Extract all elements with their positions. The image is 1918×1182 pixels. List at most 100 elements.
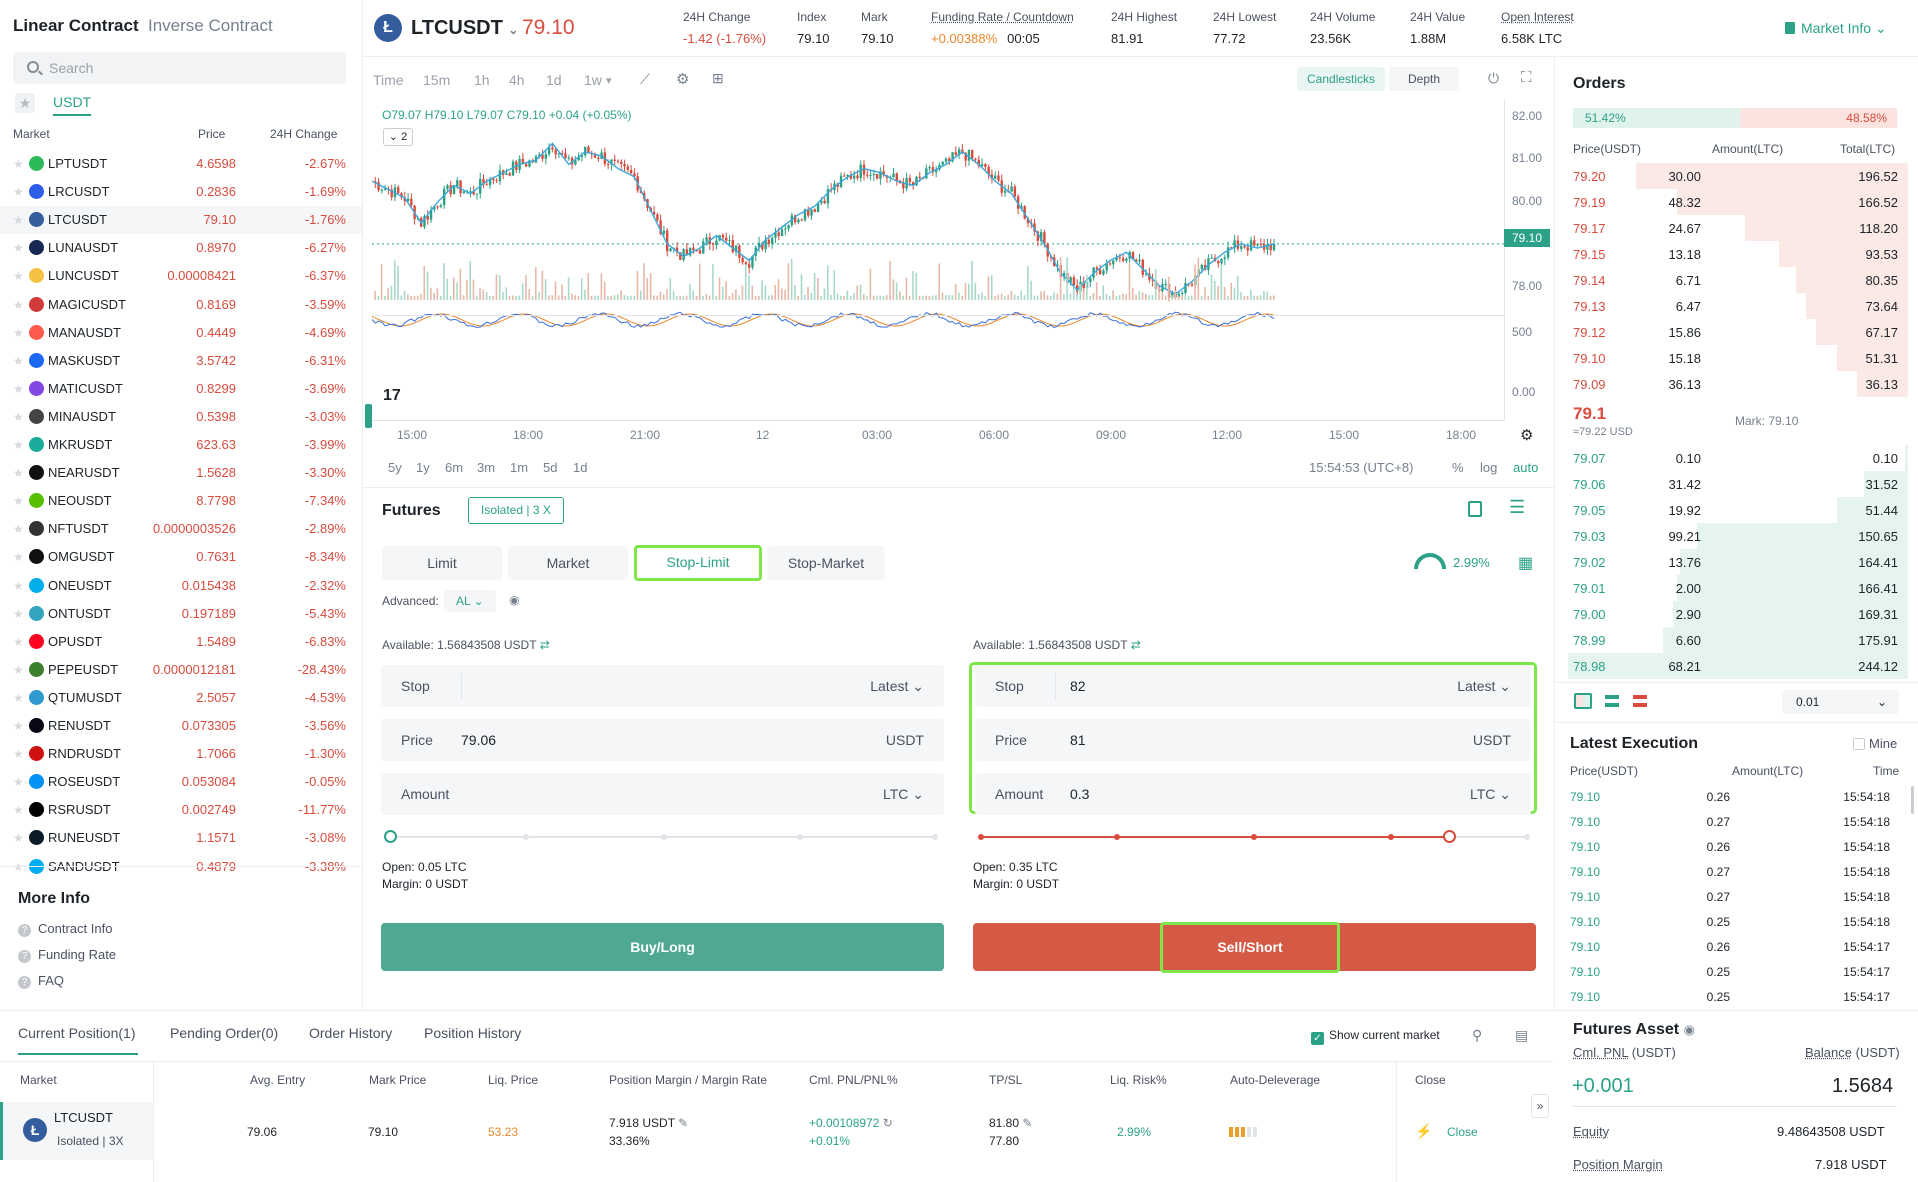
market-row[interactable]: ★ LRCUSDT 0.2836 -1.69% bbox=[0, 178, 362, 206]
stat-label[interactable]: Open Interest bbox=[1501, 10, 1574, 24]
transfer-icon[interactable]: ⇄ bbox=[1131, 638, 1141, 652]
buy-amount-unit-select[interactable]: LTC ⌄ bbox=[883, 786, 924, 803]
fullscreen-icon[interactable]: ⛶ bbox=[1521, 69, 1532, 86]
market-row[interactable]: ★ ROSEUSDT 0.053084 -0.05% bbox=[0, 768, 362, 796]
star-icon[interactable]: ★ bbox=[13, 747, 24, 761]
market-row[interactable]: ★ LUNAUSDT 0.8970 -6.27% bbox=[0, 234, 362, 262]
market-row[interactable]: ★ ONEUSDT 0.015438 -2.32% bbox=[0, 572, 362, 600]
position-tab[interactable]: Order History bbox=[309, 1025, 392, 1041]
market-row[interactable]: ★ MATICUSDT 0.8299 -3.69% bbox=[0, 375, 362, 403]
star-icon[interactable]: ★ bbox=[13, 775, 24, 789]
timeframe-1d[interactable]: 1d bbox=[546, 72, 562, 88]
range-1d[interactable]: 1d bbox=[573, 460, 587, 475]
position-tab[interactable]: Pending Order(0) bbox=[170, 1025, 278, 1041]
indicators-icon[interactable]: ⟋ bbox=[640, 71, 650, 88]
chart-settings-gear-icon[interactable]: ⚙ bbox=[1520, 426, 1533, 444]
market-info-button[interactable]: Market Info ⌄ bbox=[1785, 20, 1887, 37]
bid-row[interactable]: 79.06 31.42 31.52 bbox=[1560, 471, 1908, 497]
bid-row[interactable]: 78.98 68.21 244.12 bbox=[1560, 653, 1908, 679]
star-icon[interactable]: ★ bbox=[13, 663, 24, 677]
market-row[interactable]: ★ QTUMUSDT 2.5057 -4.53% bbox=[0, 684, 362, 712]
star-icon[interactable]: ★ bbox=[13, 157, 24, 171]
star-icon[interactable]: ★ bbox=[13, 466, 24, 480]
precision-select[interactable]: 0.01 ⌄ bbox=[1782, 690, 1899, 714]
log-scale-toggle[interactable]: log bbox=[1480, 460, 1497, 475]
buy-amount-slider[interactable] bbox=[384, 830, 938, 843]
bid-row[interactable]: 79.03 99.21 150.65 bbox=[1560, 523, 1908, 549]
preferences-icon[interactable]: ☰ bbox=[1509, 497, 1525, 518]
market-row[interactable]: ★ LPTUSDT 4.6598 -2.67% bbox=[0, 150, 362, 178]
close-position-button[interactable]: Close bbox=[1447, 1125, 1478, 1139]
market-row[interactable]: ★ ONTUSDT 0.197189 -5.43% bbox=[0, 600, 362, 628]
candlesticks-view-button[interactable]: Candlesticks bbox=[1297, 67, 1386, 91]
grid-layout-icon[interactable]: ▦ bbox=[1518, 553, 1533, 573]
market-row[interactable]: ★ NEOUSDT 8.7798 -7.34% bbox=[0, 487, 362, 515]
star-icon[interactable]: ★ bbox=[13, 550, 24, 564]
symbol-selector[interactable]: LTCUSDT ⌄ bbox=[411, 17, 518, 40]
range-6m[interactable]: 6m bbox=[445, 460, 463, 475]
slider-handle[interactable] bbox=[384, 830, 397, 843]
market-row[interactable]: ★ OMGUSDT 0.7631 -8.34% bbox=[0, 543, 362, 571]
depth-view-button[interactable]: Depth bbox=[1389, 67, 1459, 91]
auto-scale-toggle[interactable]: auto bbox=[1513, 460, 1538, 475]
book-asks-icon[interactable] bbox=[1633, 695, 1647, 707]
position-tab[interactable]: Current Position(1) bbox=[18, 1025, 136, 1041]
sell-amount-field[interactable]: Amount 0.3 LTC ⌄ bbox=[975, 773, 1531, 815]
funding-rate-link[interactable]: ? Funding Rate bbox=[18, 947, 116, 963]
refresh-icon[interactable]: ⏻ bbox=[1488, 70, 1499, 87]
timeframe-1w[interactable]: 1w bbox=[584, 72, 602, 88]
market-row[interactable]: ★ NFTUSDT 0.0000003526 -2.89% bbox=[0, 515, 362, 543]
star-icon[interactable]: ★ bbox=[13, 719, 24, 733]
book-bids-icon[interactable] bbox=[1605, 695, 1619, 707]
share-icon[interactable]: ↻ bbox=[883, 1116, 893, 1130]
star-icon[interactable]: ★ bbox=[13, 326, 24, 340]
settings-gear-icon[interactable]: ⚙ bbox=[676, 70, 689, 88]
timeframe-4h[interactable]: 4h bbox=[509, 72, 525, 88]
buy-price-field[interactable]: Price 79.06 USDT bbox=[381, 719, 944, 761]
position-tab[interactable]: Position History bbox=[424, 1025, 521, 1041]
advanced-select[interactable]: AL ⌄ bbox=[444, 590, 496, 612]
ask-row[interactable]: 79.20 30.00 196.52 bbox=[1560, 163, 1908, 189]
star-icon[interactable]: ★ bbox=[13, 831, 24, 845]
transfer-icon[interactable]: ⇄ bbox=[540, 638, 550, 652]
star-icon[interactable]: ★ bbox=[13, 579, 24, 593]
market-row[interactable]: ★ MAGICUSDT 0.8169 -3.59% bbox=[0, 291, 362, 319]
show-current-market-checkbox[interactable]: ✓ Show current market bbox=[1311, 1028, 1440, 1045]
order-type-stop-limit[interactable]: Stop-Limit bbox=[634, 545, 762, 581]
search-input[interactable]: Search bbox=[13, 52, 346, 84]
collapse-handle[interactable] bbox=[365, 404, 372, 428]
chevron-down-icon[interactable]: ▾ bbox=[606, 74, 612, 87]
col-price[interactable]: Price bbox=[198, 127, 225, 141]
buy-amount-field[interactable]: Amount LTC ⌄ bbox=[381, 773, 944, 815]
market-row[interactable]: ★ LTCUSDT 79.10 -1.76% bbox=[0, 206, 362, 235]
ask-row[interactable]: 79.13 6.47 73.64 bbox=[1560, 293, 1908, 319]
col-market[interactable]: Market bbox=[13, 127, 50, 141]
market-row[interactable]: ★ MANAUSDT 0.4449 -4.69% bbox=[0, 319, 362, 347]
buy-long-button[interactable]: Buy/Long bbox=[381, 923, 944, 971]
market-row[interactable]: ★ RSRUSDT 0.002749 -11.77% bbox=[0, 796, 362, 824]
market-row[interactable]: ★ RENUSDT 0.073305 -3.56% bbox=[0, 712, 362, 740]
market-row[interactable]: ★ LUNCUSDT 0.00008421 -6.37% bbox=[0, 262, 362, 290]
market-row[interactable]: ★ RUNEUSDT 1.1571 -3.08% bbox=[0, 824, 362, 852]
edit-icon[interactable]: ✎ bbox=[1022, 1116, 1032, 1130]
star-icon[interactable]: ★ bbox=[13, 354, 24, 368]
tab-inverse-contract[interactable]: Inverse Contract bbox=[148, 16, 273, 36]
star-icon[interactable]: ★ bbox=[13, 269, 24, 283]
star-icon[interactable]: ★ bbox=[13, 494, 24, 508]
sell-stop-trigger-select[interactable]: Latest ⌄ bbox=[1457, 678, 1511, 695]
eye-icon[interactable]: ◉ bbox=[509, 593, 519, 607]
favorites-star-icon[interactable]: ★ bbox=[15, 93, 35, 113]
market-row[interactable]: ★ MINAUSDT 0.5398 -3.03% bbox=[0, 403, 362, 431]
star-icon[interactable]: ★ bbox=[13, 185, 24, 199]
compare-icon[interactable]: ⊞ bbox=[712, 70, 724, 87]
market-row[interactable]: ★ MASKUSDT 3.5742 -6.31% bbox=[0, 347, 362, 375]
book-both-icon[interactable] bbox=[1574, 693, 1592, 709]
timeframe-time[interactable]: Time bbox=[373, 72, 404, 88]
range-1m[interactable]: 1m bbox=[510, 460, 528, 475]
ask-row[interactable]: 79.09 36.13 36.13 bbox=[1560, 371, 1908, 397]
chevron-right-icon[interactable]: » bbox=[1531, 1094, 1549, 1118]
range-1y[interactable]: 1y bbox=[416, 460, 430, 475]
ask-row[interactable]: 79.19 48.32 166.52 bbox=[1560, 189, 1908, 215]
contract-info-link[interactable]: ? Contract Info bbox=[18, 921, 112, 937]
buy-stop-field[interactable]: Stop Latest ⌄ bbox=[381, 665, 944, 707]
